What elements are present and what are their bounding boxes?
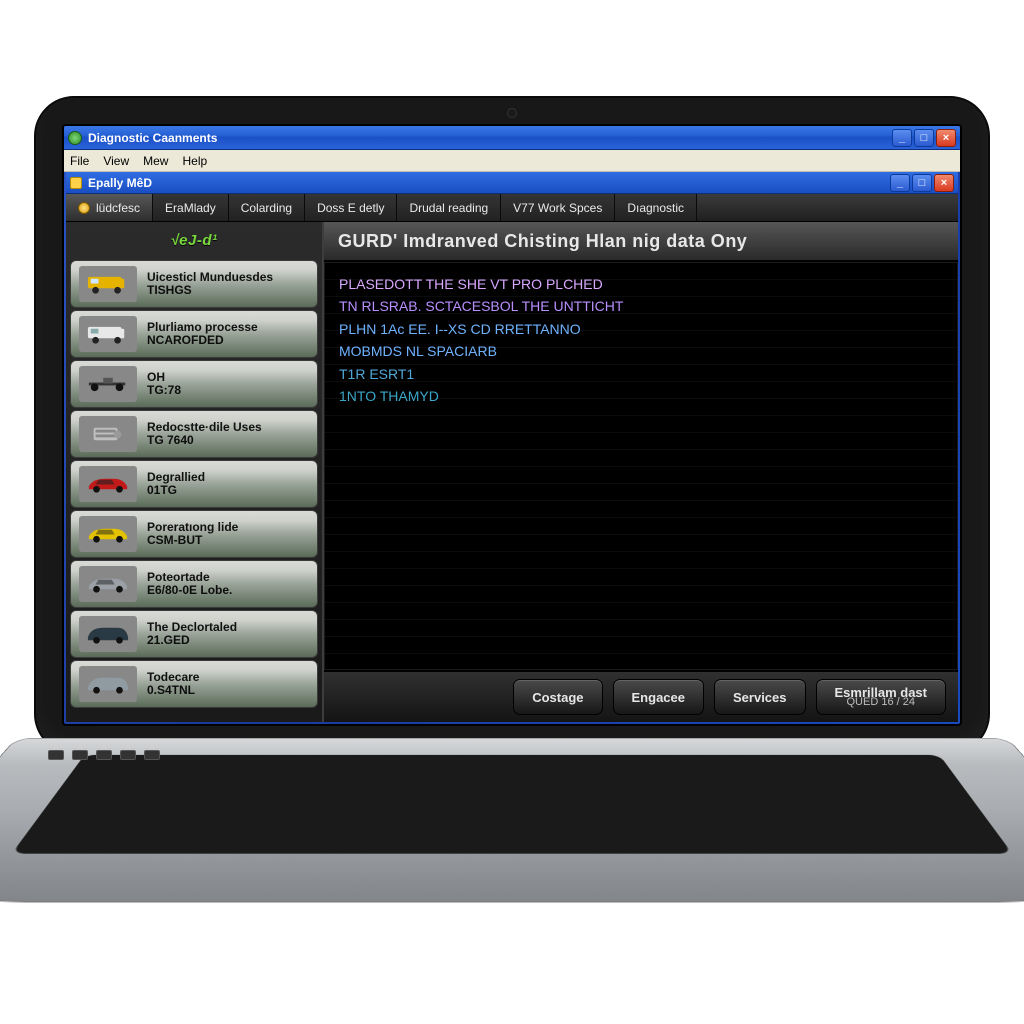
sidebar-item-text: Todecare 0.S4TNL <box>147 671 199 697</box>
sidebar-item[interactable]: OH TG:78 <box>70 360 318 408</box>
outer-close-button[interactable]: × <box>936 129 956 147</box>
child-close-button[interactable]: × <box>934 174 954 192</box>
services-button[interactable]: Services <box>714 679 806 715</box>
tab-label: lüdcfesc <box>96 201 140 215</box>
sidebar-item-text: The Declortaled 21.GED <box>147 621 237 647</box>
engacee-button[interactable]: Engacee <box>613 679 704 715</box>
tab-colarding[interactable]: Colarding <box>229 194 305 221</box>
tab-diagnostic[interactable]: Dıagnostic <box>615 194 697 221</box>
esmrillam-sub: QUED 16 / 24 <box>847 697 915 708</box>
sidebar-item[interactable]: Degrallied 01TG <box>70 460 318 508</box>
sidebar-item[interactable]: Plurliamo processe NCAROFDED <box>70 310 318 358</box>
brand-logo: √eJ-d¹ <box>66 222 322 258</box>
child-window-title: Epally MêD <box>88 176 152 190</box>
sidebar-item-code: 0.S4TNL <box>147 684 199 697</box>
menu-view[interactable]: View <box>103 154 129 168</box>
menu-bar: File View Mew Help <box>64 150 960 172</box>
child-window-titlebar: Epally MêD _ □ × <box>66 172 958 194</box>
main-header: GURD' Imdranved Chisting Hlan nig data O… <box>324 222 958 262</box>
sidebar-item-text: Poreratıong lide CSM-BUT <box>147 521 238 547</box>
terminal-line: MOBMDS NL SPACIARB <box>339 340 943 362</box>
sidebar-item-code: E6/80-0E Lobe. <box>147 584 232 597</box>
vehicle-icon <box>79 566 137 602</box>
esmrillam-button[interactable]: Esmrillam dast QUED 16 / 24 <box>816 679 947 715</box>
workspace: √eJ-d¹ Uicesticl Munduesdes TISHGS Plurl… <box>66 222 958 722</box>
sidebar-item[interactable]: Redocstte·dile Uses TG 7640 <box>70 410 318 458</box>
sidebar-item-text: Uicesticl Munduesdes TISHGS <box>147 271 273 297</box>
sidebar-item[interactable]: Poreratıong lide CSM-BUT <box>70 510 318 558</box>
tab-drudal-reading[interactable]: Drudal reading <box>397 194 501 221</box>
vehicle-icon <box>79 316 137 352</box>
terminal-line: T1R ESRT1 <box>339 363 943 385</box>
sidebar-item-code: 01TG <box>147 484 205 497</box>
screen: Diagnostic Caanments _ □ × File View Mew… <box>62 124 962 726</box>
terminal-line: PLHN 1Ac EE. I--XS CD RRETTANNO <box>339 318 943 340</box>
sidebar-item-text: Poteortade E6/80-0E Lobe. <box>147 571 232 597</box>
sidebar-item-text: Redocstte·dile Uses TG 7640 <box>147 421 262 447</box>
sidebar-item-code: CSM-BUT <box>147 534 238 547</box>
tab-doss-edetly[interactable]: Doss E detly <box>305 194 397 221</box>
menu-file[interactable]: File <box>70 154 89 168</box>
child-maximize-button[interactable]: □ <box>912 174 932 192</box>
sidebar-item[interactable]: Todecare 0.S4TNL <box>70 660 318 708</box>
sidebar: √eJ-d¹ Uicesticl Munduesdes TISHGS Plurl… <box>66 222 324 722</box>
sidebar-item-code: NCAROFDED <box>147 334 258 347</box>
main-panel: GURD' Imdranved Chisting Hlan nig data O… <box>324 222 958 722</box>
costage-button[interactable]: Costage <box>513 679 602 715</box>
tab-work-spces[interactable]: V77 Work Spces <box>501 194 615 221</box>
outer-minimize-button[interactable]: _ <box>892 129 912 147</box>
laptop-base <box>0 738 1024 902</box>
sidebar-item-code: TG:78 <box>147 384 181 397</box>
child-minimize-button[interactable]: _ <box>890 174 910 192</box>
laptop-ports <box>48 750 160 760</box>
laptop-keyboard <box>12 755 1013 854</box>
sidebar-item-text: Plurliamo processe NCAROFDED <box>147 321 258 347</box>
laptop-camera <box>507 108 517 118</box>
vehicle-icon <box>79 616 137 652</box>
outer-maximize-button[interactable]: □ <box>914 129 934 147</box>
outer-window-title: Diagnostic Caanments <box>88 131 217 145</box>
app-icon <box>68 131 82 145</box>
terminal-line: PLASEDOTT THE SHE VT PRO PLCHED <box>339 273 943 295</box>
vehicle-icon <box>79 516 137 552</box>
vehicle-icon <box>79 466 137 502</box>
tab-ludcfesc[interactable]: lüdcfesc <box>66 194 153 221</box>
sidebar-item-code: 21.GED <box>147 634 237 647</box>
sidebar-item[interactable]: Uicesticl Munduesdes TISHGS <box>70 260 318 308</box>
sidebar-item-text: Degrallied 01TG <box>147 471 205 497</box>
sidebar-item[interactable]: The Declortaled 21.GED <box>70 610 318 658</box>
tab-bar: lüdcfesc EraMlady Colarding Doss E detly… <box>66 194 958 222</box>
terminal-line: TN RLSRAB. SCTACESBOL THE UNTTICHT <box>339 295 943 317</box>
outer-window-titlebar: Diagnostic Caanments _ □ × <box>64 126 960 150</box>
sidebar-item[interactable]: Poteortade E6/80-0E Lobe. <box>70 560 318 608</box>
child-app-icon <box>70 177 82 189</box>
terminal-output: PLASEDOTT THE SHE VT PRO PLCHED TN RLSRA… <box>324 262 958 670</box>
menu-help[interactable]: Help <box>182 154 207 168</box>
child-window: Epally MêD _ □ × lüdcfesc EraMlady Colar… <box>66 172 958 722</box>
vehicle-icon <box>79 666 137 702</box>
vehicle-icon <box>79 416 137 452</box>
sidebar-item-text: OH TG:78 <box>147 371 181 397</box>
footer-bar: Costage Engacee Services Esmrillam dast … <box>324 670 958 722</box>
sidebar-item-code: TISHGS <box>147 284 273 297</box>
vehicle-icon <box>79 266 137 302</box>
vehicle-icon <box>79 366 137 402</box>
disc-icon <box>78 202 90 214</box>
sidebar-item-code: TG 7640 <box>147 434 262 447</box>
tab-eramlady[interactable]: EraMlady <box>153 194 229 221</box>
terminal-line: 1NTO THAMYD <box>339 385 943 407</box>
laptop-frame: Diagnostic Caanments _ □ × File View Mew… <box>34 96 990 754</box>
menu-mew[interactable]: Mew <box>143 154 168 168</box>
